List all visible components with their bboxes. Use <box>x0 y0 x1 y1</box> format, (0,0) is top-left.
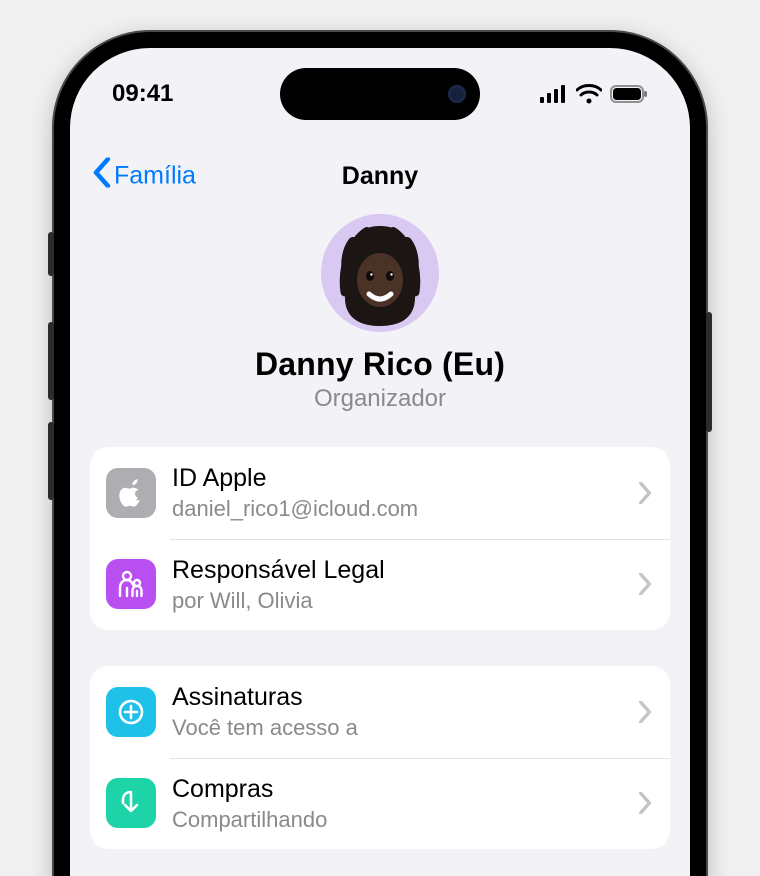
settings-group-sharing: Assinaturas Você tem acesso a <box>90 666 670 849</box>
row-subtitle: Compartilhando <box>172 806 622 834</box>
row-subtitle: Você tem acesso a <box>172 714 622 742</box>
row-title: Responsável Legal <box>172 555 622 585</box>
content: Família Danny <box>70 148 690 876</box>
row-guardian[interactable]: Responsável Legal por Will, Olivia <box>90 539 670 631</box>
guardian-icon <box>106 559 156 609</box>
status-indicators <box>540 84 648 104</box>
chevron-right-icon <box>638 792 652 814</box>
row-title: Compras <box>172 774 622 804</box>
row-subscriptions[interactable]: Assinaturas Você tem acesso a <box>90 666 670 758</box>
chevron-right-icon <box>638 701 652 723</box>
settings-group-account: ID Apple daniel_rico1@icloud.com <box>90 447 670 630</box>
row-text: Responsável Legal por Will, Olivia <box>172 555 622 615</box>
canvas: 09:41 <box>0 0 760 876</box>
battery-icon <box>610 85 648 103</box>
phone-silence-switch <box>48 232 54 276</box>
phone-frame: 09:41 <box>54 32 706 876</box>
back-label: Família <box>114 162 196 191</box>
avatar <box>321 214 439 332</box>
phone-volume-down <box>48 422 54 500</box>
row-text: ID Apple daniel_rico1@icloud.com <box>172 463 622 523</box>
phone-volume-up <box>48 322 54 400</box>
row-purchases[interactable]: Compras Compartilhando <box>90 758 670 850</box>
subscriptions-icon <box>106 687 156 737</box>
profile-header: Danny Rico (Eu) Organizador <box>90 214 670 413</box>
row-text: Compras Compartilhando <box>172 774 622 834</box>
profile-role: Organizador <box>314 385 446 413</box>
phone-power-button <box>706 312 712 432</box>
cellular-icon <box>540 85 568 103</box>
memoji-icon <box>321 214 439 332</box>
screen: 09:41 <box>70 48 690 876</box>
row-subtitle: por Will, Olivia <box>172 587 622 615</box>
row-apple-id[interactable]: ID Apple daniel_rico1@icloud.com <box>90 447 670 539</box>
row-title: ID Apple <box>172 463 622 493</box>
row-title: Assinaturas <box>172 682 622 712</box>
page-title: Danny <box>342 162 418 191</box>
row-text: Assinaturas Você tem acesso a <box>172 682 622 742</box>
apple-logo-icon <box>106 468 156 518</box>
chevron-right-icon <box>638 573 652 595</box>
profile-name: Danny Rico (Eu) <box>255 346 505 383</box>
purchases-icon <box>106 778 156 828</box>
back-button[interactable]: Família <box>92 158 196 195</box>
navigation-bar: Família Danny <box>90 148 670 204</box>
chevron-left-icon <box>92 158 112 195</box>
chevron-right-icon <box>638 482 652 504</box>
wifi-icon <box>576 84 602 104</box>
status-time: 09:41 <box>112 80 173 108</box>
status-bar: 09:41 <box>70 72 690 116</box>
row-subtitle: daniel_rico1@icloud.com <box>172 495 622 523</box>
